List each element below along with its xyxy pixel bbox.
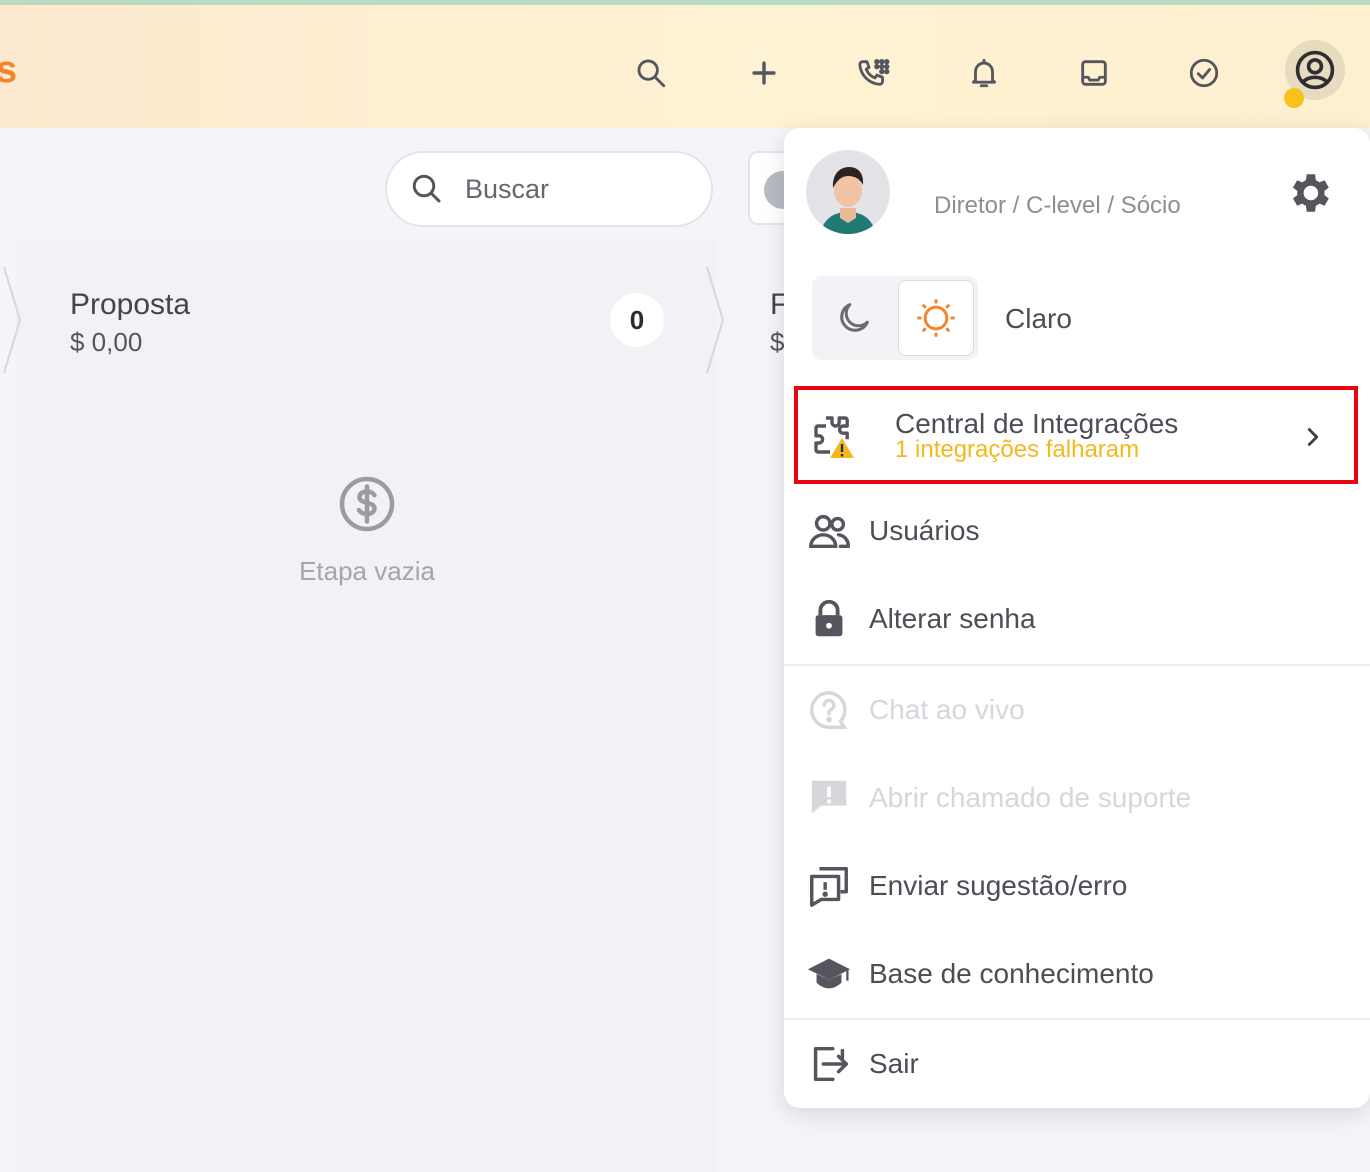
stage-separator-icon xyxy=(3,266,22,374)
search-icon[interactable] xyxy=(625,47,677,99)
stage-separator-icon xyxy=(706,266,725,374)
feedback-icon xyxy=(810,867,848,907)
empty-stage-text: Etapa vazia xyxy=(299,556,435,586)
theme-label: Claro xyxy=(1005,303,1072,334)
dollar-circle-icon xyxy=(339,476,395,532)
menu-item-open-ticket: Abrir chamado de suporte xyxy=(784,754,1370,842)
help-chat-icon xyxy=(810,691,848,729)
menu-item-users[interactable]: Usuários xyxy=(784,487,1370,575)
sun-icon xyxy=(917,299,955,337)
menu-item-label: Sair xyxy=(869,1048,919,1079)
check-circle-icon[interactable] xyxy=(1178,47,1230,99)
pipeline-column xyxy=(16,240,716,1172)
chevron-right-icon xyxy=(1307,428,1319,446)
menu-item-change-password[interactable]: Alterar senha xyxy=(784,575,1370,663)
inbox-icon[interactable] xyxy=(1068,47,1120,99)
search-icon xyxy=(412,174,441,203)
profile-dropdown: Diretor / C-level / Sócio Claro Central … xyxy=(784,128,1370,1108)
gear-icon[interactable] xyxy=(1284,168,1334,218)
integrations-center-item[interactable]: Central de Integrações 1 integrações fal… xyxy=(794,386,1358,484)
next-stage-value: $ xyxy=(770,327,785,357)
theme-light-option[interactable] xyxy=(898,280,974,356)
avatar xyxy=(806,150,890,234)
dialpad-phone-icon[interactable] xyxy=(848,47,900,99)
graduation-cap-icon xyxy=(807,958,851,989)
bell-icon[interactable] xyxy=(958,47,1010,99)
stage-value: $ 0,00 xyxy=(70,327,143,357)
search-field[interactable] xyxy=(385,151,713,227)
search-input[interactable] xyxy=(465,173,685,205)
user-circle-icon xyxy=(1295,50,1335,90)
stage-count-badge: 0 xyxy=(610,293,664,347)
users-icon xyxy=(809,514,850,549)
integrations-warning-text: 1 integrações falharam xyxy=(895,436,1140,463)
menu-item-live-chat: Chat ao vivo xyxy=(784,666,1370,754)
menu-item-send-feedback[interactable]: Enviar sugestão/erro xyxy=(784,842,1370,930)
stage-title: Proposta xyxy=(70,288,191,321)
brand-logo-fragment: s xyxy=(0,49,18,91)
moon-icon xyxy=(840,303,869,332)
alert-message-icon xyxy=(811,780,847,814)
puzzle-warning-icon xyxy=(814,416,854,458)
menu-item-logout[interactable]: Sair xyxy=(784,1020,1370,1108)
top-bar: s xyxy=(0,0,1370,128)
user-role: Diretor / C-level / Sócio xyxy=(934,192,1181,219)
theme-toggle xyxy=(812,276,978,360)
menu-item-label: Enviar sugestão/erro xyxy=(869,870,1128,901)
menu-item-label: Alterar senha xyxy=(869,603,1036,634)
menu-item-label: Abrir chamado de suporte xyxy=(869,782,1192,813)
plus-icon[interactable] xyxy=(738,47,790,99)
menu-item-knowledge-base[interactable]: Base de conhecimento xyxy=(784,930,1370,1018)
lock-icon xyxy=(815,599,843,637)
menu-item-label: Base de conhecimento xyxy=(869,958,1154,989)
menu-item-label: Usuários xyxy=(869,515,980,546)
logout-icon xyxy=(813,1046,848,1082)
theme-dark-option[interactable] xyxy=(816,280,892,356)
menu-item-label: Chat ao vivo xyxy=(869,694,1025,725)
status-badge xyxy=(1284,88,1304,108)
